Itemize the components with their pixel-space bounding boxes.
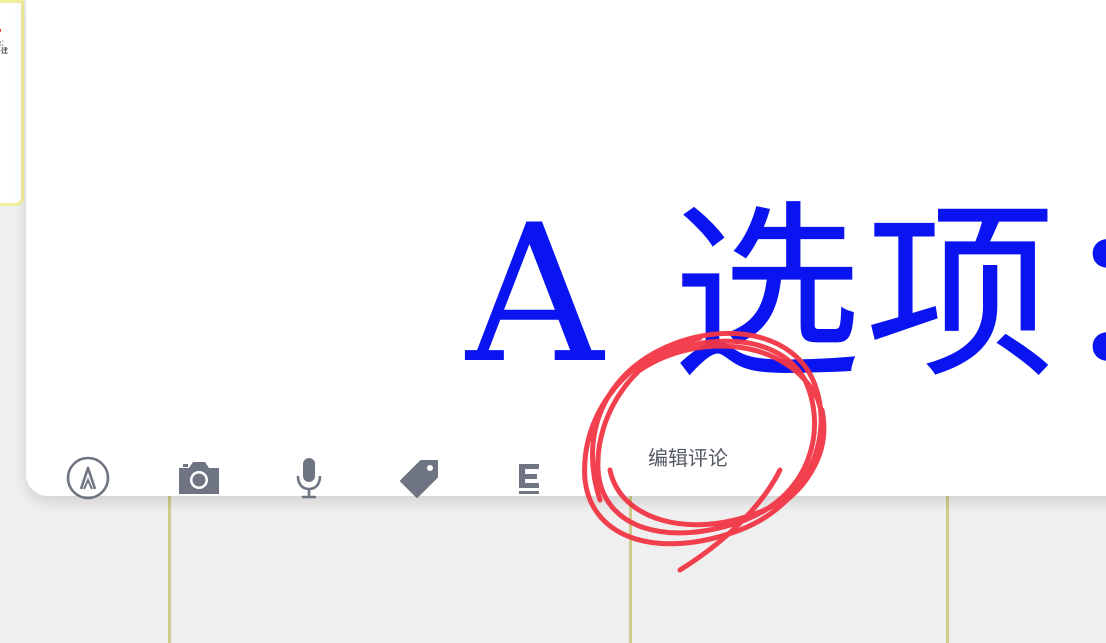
text-format-button[interactable] — [507, 455, 553, 501]
note-thumbnail[interactable]: 艳： 十建 — [0, 0, 24, 206]
markup-pen-icon — [66, 456, 110, 500]
edit-comment-button[interactable]: 编辑评论 — [648, 444, 728, 472]
markup-button[interactable] — [65, 455, 111, 501]
text-format-icon — [515, 458, 545, 498]
note-card: A 选项： — [26, 0, 1106, 496]
note-content-text: A 选项： — [466, 184, 1106, 405]
tag-button[interactable] — [397, 455, 443, 501]
grid-line — [168, 490, 171, 643]
thumbnail-marker-icon — [0, 28, 1, 33]
voice-button[interactable] — [286, 455, 332, 501]
grid-line — [629, 490, 632, 643]
camera-button[interactable] — [176, 455, 222, 501]
camera-icon — [176, 458, 222, 498]
microphone-icon — [294, 456, 324, 500]
tag-icon — [399, 457, 441, 499]
grid-line — [946, 490, 949, 643]
thumbnail-text: 艳： 十建 — [0, 39, 8, 55]
